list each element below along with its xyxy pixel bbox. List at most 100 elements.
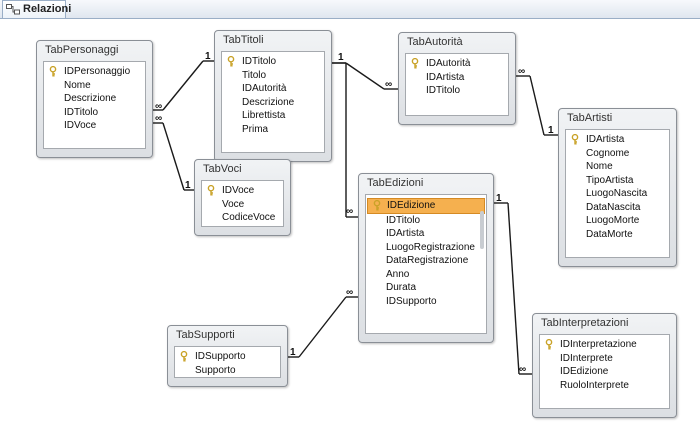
field-row[interactable]: Voce xyxy=(202,198,283,212)
field-list: IDAutorità IDArtista IDTitolo xyxy=(405,53,509,116)
table-title: TabVoci xyxy=(203,163,242,175)
field-row[interactable]: TipoArtista xyxy=(566,174,669,188)
cardinality-many: ∞ xyxy=(346,287,354,298)
field-list: IDInterpretazione IDInterprete IDEdizione R… xyxy=(539,334,670,409)
field-name: RuoloInterprete xyxy=(560,379,629,391)
field-row[interactable]: IDVoce xyxy=(44,119,145,133)
field-row[interactable]: IDArtista xyxy=(406,71,508,85)
field-name: IDInterpretazione xyxy=(560,339,637,350)
field-name: IDTitolo xyxy=(386,214,421,226)
field-name: Descrizione xyxy=(242,96,295,108)
primary-key-field[interactable]: IDPersonaggio xyxy=(44,65,145,79)
field-name: Supporto xyxy=(195,364,236,376)
field-row[interactable]: Nome xyxy=(44,79,145,93)
field-name: CodiceVoce xyxy=(222,212,276,223)
primary-key-icon xyxy=(49,66,57,77)
field-list: IDEdizione IDTitolo IDArtista LuogoRegistra… xyxy=(365,194,487,334)
field-name: LuogoNascita xyxy=(586,188,648,199)
field-row[interactable]: Cognome xyxy=(566,147,669,161)
table-tabinterpretazioni[interactable]: TabInterpretazioni IDInterpretazione IDIn… xyxy=(532,313,677,418)
field-row[interactable]: RuoloInterprete xyxy=(540,379,669,393)
primary-key-field[interactable]: IDArtista xyxy=(566,133,669,147)
primary-key-icon xyxy=(227,56,235,67)
primary-key-field[interactable]: IDEdizione xyxy=(367,198,485,214)
field-row[interactable]: IDTitolo xyxy=(406,84,508,98)
field-name: IDTitolo xyxy=(64,106,99,118)
table-tabtitoli[interactable]: TabTitoli IDTitolo Titolo IDAutorità Descri… xyxy=(214,30,332,162)
field-name: DataNascita xyxy=(586,201,641,213)
table-title: TabInterpretazioni xyxy=(541,317,629,329)
table-title: TabEdizioni xyxy=(367,177,424,189)
field-row[interactable]: Nome xyxy=(566,160,669,174)
table-tabvoci[interactable]: TabVoci IDVoce Voce CodiceVoce xyxy=(194,159,291,236)
field-name: Prima xyxy=(242,123,269,135)
field-name: IDAutorità xyxy=(242,83,287,94)
primary-key-field[interactable]: IDVoce xyxy=(202,184,283,198)
field-name: IDArtista xyxy=(586,134,625,145)
field-row[interactable]: IDInterprete xyxy=(540,352,669,366)
document-tab-bar: Relazioni xyxy=(0,0,700,19)
cardinality-one: 1 xyxy=(205,51,211,62)
field-name: IDArtista xyxy=(426,71,465,83)
field-name: IDEdizione xyxy=(560,366,609,377)
field-row[interactable]: Prima xyxy=(222,123,324,137)
cardinality-many: ∞ xyxy=(346,206,354,217)
field-row[interactable]: LuogoNascita xyxy=(566,187,669,201)
field-name: Nome xyxy=(586,161,613,172)
field-row[interactable]: IDArtista xyxy=(366,227,486,241)
field-list: IDPersonaggio Nome Descrizione IDTitolo IDVo… xyxy=(43,61,146,149)
field-row[interactable]: DataMorte xyxy=(566,228,669,242)
field-row[interactable]: IDTitolo xyxy=(366,214,486,228)
cardinality-many: ∞ xyxy=(155,101,163,112)
field-row[interactable]: Titolo xyxy=(222,69,324,83)
table-tabsupporti[interactable]: TabSupporti IDSupporto Supporto xyxy=(167,325,288,387)
cardinality-many: ∞ xyxy=(519,364,527,375)
primary-key-icon xyxy=(373,200,381,211)
field-list: IDVoce Voce CodiceVoce xyxy=(201,180,284,227)
primary-key-field[interactable]: IDTitolo xyxy=(222,55,324,69)
field-name: IDTitolo xyxy=(242,56,277,67)
table-tabartisti[interactable]: TabArtisti IDArtista Cognome Nome TipoArtis… xyxy=(558,108,677,267)
field-name: DataRegistrazione xyxy=(386,255,469,266)
field-row[interactable]: LuogoRegistrazione xyxy=(366,241,486,255)
field-row[interactable]: Anno xyxy=(366,268,486,282)
field-row[interactable]: Librettista xyxy=(222,109,324,123)
cardinality-many: ∞ xyxy=(155,113,163,124)
field-name: Cognome xyxy=(586,147,630,159)
field-name: TipoArtista xyxy=(586,174,634,186)
field-row[interactable]: LuogoMorte xyxy=(566,214,669,228)
primary-key-field[interactable]: IDSupporto xyxy=(175,350,280,364)
field-list: IDArtista Cognome Nome TipoArtista LuogoNasc… xyxy=(565,129,670,258)
primary-key-icon xyxy=(571,134,579,145)
field-row[interactable]: CodiceVoce xyxy=(202,211,283,225)
cardinality-one: 1 xyxy=(548,125,554,136)
field-row[interactable]: IDAutorità xyxy=(222,82,324,96)
table-title: TabArtisti xyxy=(567,112,613,124)
field-name: Titolo xyxy=(242,69,267,81)
table-tabpersonaggi[interactable]: TabPersonaggi IDPersonaggio Nome Descrizio… xyxy=(36,40,153,158)
field-row[interactable]: DataNascita xyxy=(566,201,669,215)
field-name: DataMorte xyxy=(586,228,633,240)
field-row[interactable]: Descrizione xyxy=(222,96,324,110)
cardinality-many: ∞ xyxy=(518,66,526,77)
field-name: IDInterprete xyxy=(560,352,613,364)
field-row[interactable]: Descrizione xyxy=(44,92,145,106)
field-row[interactable]: Durata xyxy=(366,281,486,295)
relationships-tab[interactable]: Relazioni xyxy=(2,0,71,18)
field-name: IDTitolo xyxy=(426,85,461,96)
primary-key-field[interactable]: IDInterpretazione xyxy=(540,338,669,352)
field-row[interactable]: IDTitolo xyxy=(44,106,145,120)
field-row[interactable]: IDSupporto xyxy=(366,295,486,309)
table-title: TabPersonaggi xyxy=(45,44,119,56)
table-title: TabAutorità xyxy=(407,36,463,48)
field-row[interactable]: IDEdizione xyxy=(540,365,669,379)
field-name: IDSupporto xyxy=(386,295,437,307)
relationships-canvas: TabPersonaggi IDPersonaggio Nome Descrizio… xyxy=(0,19,700,432)
table-tabautorita[interactable]: TabAutorità IDAutorità IDArtista IDTitolo xyxy=(398,32,516,125)
field-list: IDTitolo Titolo IDAutorità Descrizione Libre… xyxy=(221,51,325,153)
table-tabedizioni[interactable]: TabEdizioni IDEdizione IDTitolo IDArtista L… xyxy=(358,173,494,343)
field-row[interactable]: DataRegistrazione xyxy=(366,254,486,268)
primary-key-field[interactable]: IDAutorità xyxy=(406,57,508,71)
field-row[interactable]: Supporto xyxy=(175,364,280,378)
field-name: LuogoMorte xyxy=(586,215,640,226)
